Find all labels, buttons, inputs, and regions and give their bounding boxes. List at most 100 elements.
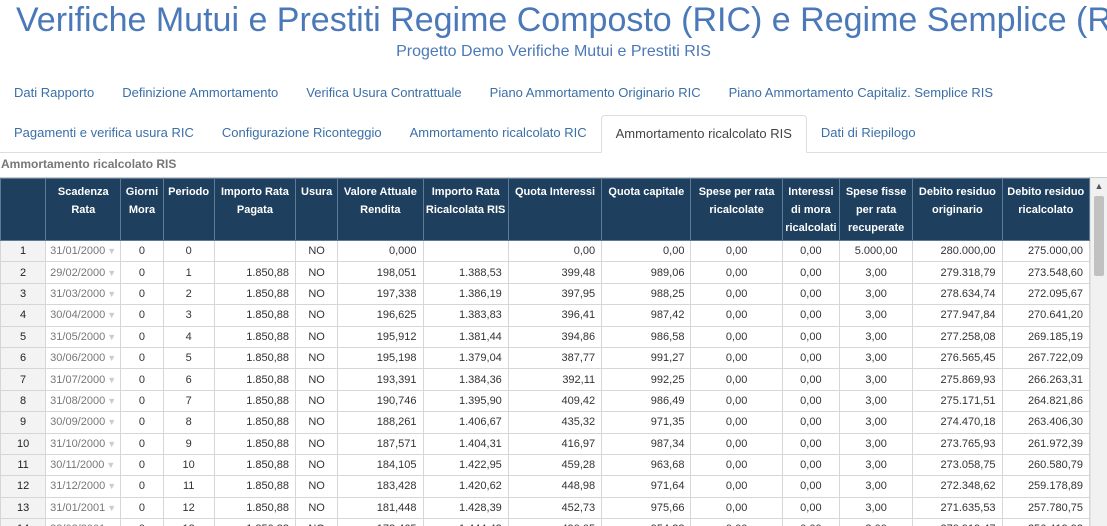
table-row[interactable]: 10 31/10/2000 ▼ 0 9 1.850,88 NO 187,571 1.404,31…: [0, 432, 1091, 455]
cell-quota-interessi[interactable]: 392,11: [507, 368, 603, 391]
cell-quota-capitale[interactable]: 986,58: [601, 325, 692, 348]
vertical-scrollbar[interactable]: ▲: [1090, 178, 1107, 526]
cell-spese-fisse-per-rata-recuperate[interactable]: 3,00: [838, 411, 914, 434]
cell-spese-per-rata-ricalcolate[interactable]: 0,00: [690, 432, 783, 455]
cell-valore-attuale-rendita[interactable]: 193,391: [337, 368, 424, 391]
cell-importo-rata-ricalcolata-ris[interactable]: 1.404,31: [422, 432, 509, 455]
cell-periodo[interactable]: 9: [162, 432, 215, 455]
cell-giorni-mora[interactable]: 0: [120, 453, 164, 477]
cell-usura[interactable]: NO: [295, 325, 339, 348]
table-row[interactable]: 4 30/04/2000 ▼ 0 3 1.850,88 NO 196,625 1.383,83 3…: [0, 304, 1091, 327]
table-row[interactable]: 6 30/06/2000 ▼ 0 5 1.850,88 NO 195,198 1.379,04 3…: [0, 346, 1091, 370]
cell-quota-capitale[interactable]: 986,49: [601, 389, 692, 413]
cell-row-number[interactable]: 10: [0, 432, 47, 455]
cell-debito-residuo-ricalcolato[interactable]: 267.722,09: [1001, 346, 1091, 370]
dropdown-arrow-icon[interactable]: ▼: [107, 375, 116, 385]
cell-spese-fisse-per-rata-recuperate[interactable]: 3,00: [838, 282, 914, 306]
table-row[interactable]: 5 31/05/2000 ▼ 0 4 1.850,88 NO 195,912 1.381,44 3…: [0, 325, 1091, 348]
cell-interessi-di-mora-ricalcolati[interactable]: 0,00: [781, 261, 840, 284]
dropdown-arrow-icon[interactable]: ▼: [107, 417, 116, 427]
cell-giorni-mora[interactable]: 0: [120, 304, 164, 327]
cell-periodo[interactable]: 5: [162, 346, 215, 370]
cell-debito-residuo-ricalcolato[interactable]: 269.185,19: [1001, 325, 1091, 348]
column-header-giorni-mora[interactable]: Giorni Mora: [120, 178, 164, 241]
cell-periodo[interactable]: 10: [162, 453, 215, 477]
cell-debito-residuo-ricalcolato[interactable]: 273.548,60: [1001, 261, 1091, 284]
cell-quota-capitale[interactable]: 971,35: [601, 411, 692, 434]
cell-debito-residuo-ricalcolato[interactable]: 275.000,00: [1001, 239, 1091, 263]
cell-usura[interactable]: NO: [295, 389, 339, 413]
cell-row-number[interactable]: 11: [0, 453, 47, 477]
cell-usura[interactable]: NO: [295, 475, 339, 498]
cell-row-number[interactable]: 14: [0, 518, 47, 526]
cell-importo-rata-ricalcolata-ris[interactable]: 1.386,19: [422, 282, 509, 306]
column-header-debito-residuo-originario[interactable]: Debito residuo originario: [912, 178, 1003, 241]
cell-importo-rata-pagata[interactable]: 1.850,88: [213, 389, 297, 413]
cell-debito-residuo-ricalcolato[interactable]: 259.178,89: [1001, 475, 1091, 498]
column-header-valore-attuale-rendita[interactable]: Valore Attuale Rendita: [337, 178, 424, 241]
cell-periodo[interactable]: 7: [162, 389, 215, 413]
dropdown-arrow-icon[interactable]: ▼: [106, 460, 115, 470]
cell-importo-rata-pagata[interactable]: 1.850,88: [213, 475, 297, 498]
cell-valore-attuale-rendita[interactable]: 195,912: [337, 325, 424, 348]
cell-importo-rata-pagata[interactable]: 1.850,88: [213, 325, 297, 348]
cell-interessi-di-mora-ricalcolati[interactable]: 0,00: [781, 346, 840, 370]
cell-scadenza-rata[interactable]: 31/08/2000 ▼: [45, 389, 122, 413]
cell-row-number[interactable]: 7: [0, 368, 47, 391]
tab-definizione-ammortamento[interactable]: Definizione Ammortamento: [108, 76, 292, 110]
cell-interessi-di-mora-ricalcolati[interactable]: 0,00: [781, 389, 840, 413]
cell-debito-residuo-ricalcolato[interactable]: 264.821,86: [1001, 389, 1091, 413]
cell-scadenza-rata[interactable]: 28/02/2001▼: [45, 518, 122, 526]
cell-row-number[interactable]: 5: [0, 325, 47, 348]
cell-interessi-di-mora-ricalcolati[interactable]: 0,00: [781, 475, 840, 498]
table-row[interactable]: 7 31/07/2000 ▼ 0 6 1.850,88 NO 193,391 1.384,36 3…: [0, 368, 1091, 391]
cell-periodo[interactable]: 0: [162, 239, 215, 263]
cell-quota-interessi[interactable]: 448,98: [507, 475, 603, 498]
cell-scadenza-rata[interactable]: 30/09/2000 ▼: [45, 411, 122, 434]
cell-usura[interactable]: NO: [295, 411, 339, 434]
table-row[interactable]: 3 31/03/2000 ▼ 0 2 1.850,88 NO 197,338 1.386,19 3…: [0, 282, 1091, 306]
cell-quota-capitale[interactable]: 992,25: [601, 368, 692, 391]
cell-usura[interactable]: NO: [295, 518, 339, 526]
cell-spese-per-rata-ricalcolate[interactable]: 0,00: [690, 475, 783, 498]
cell-spese-fisse-per-rata-recuperate[interactable]: 3,00: [838, 325, 914, 348]
cell-scadenza-rata[interactable]: 31/01/2001 ▼: [45, 496, 122, 520]
cell-quota-capitale[interactable]: 954,38: [601, 518, 692, 526]
cell-row-number[interactable]: 6: [0, 346, 47, 370]
cell-interessi-di-mora-ricalcolati[interactable]: 0,00: [781, 325, 840, 348]
cell-usura[interactable]: NO: [295, 453, 339, 477]
cell-spese-per-rata-ricalcolate[interactable]: 0,00: [690, 239, 783, 263]
cell-spese-fisse-per-rata-recuperate[interactable]: 3,00: [838, 368, 914, 391]
cell-importo-rata-ricalcolata-ris[interactable]: 1.383,83: [422, 304, 509, 327]
cell-debito-residuo-ricalcolato[interactable]: 266.263,31: [1001, 368, 1091, 391]
cell-giorni-mora[interactable]: 0: [120, 261, 164, 284]
cell-quota-capitale[interactable]: 971,64: [601, 475, 692, 498]
cell-importo-rata-pagata[interactable]: 1.850,88: [213, 368, 297, 391]
cell-spese-fisse-per-rata-recuperate[interactable]: 3,00: [838, 496, 914, 520]
cell-usura[interactable]: NO: [295, 496, 339, 520]
cell-valore-attuale-rendita[interactable]: 197,338: [337, 282, 424, 306]
table-row[interactable]: 12 31/12/2000 ▼ 0 11 1.850,88 NO 183,428 1.420,6…: [0, 475, 1091, 498]
cell-spese-per-rata-ricalcolate[interactable]: 0,00: [690, 304, 783, 327]
cell-periodo[interactable]: 11: [162, 475, 215, 498]
cell-interessi-di-mora-ricalcolati[interactable]: 0,00: [781, 432, 840, 455]
cell-spese-fisse-per-rata-recuperate[interactable]: 3,00: [838, 304, 914, 327]
cell-spese-per-rata-ricalcolate[interactable]: 0,00: [690, 411, 783, 434]
cell-usura[interactable]: NO: [295, 346, 339, 370]
dropdown-arrow-icon[interactable]: ▼: [107, 332, 116, 342]
column-header-spese-per-rata-ricalcolate[interactable]: Spese per rata ricalcolate: [690, 178, 783, 241]
cell-scadenza-rata[interactable]: 31/12/2000 ▼: [45, 475, 122, 498]
cell-valore-attuale-rendita[interactable]: 198,051: [337, 261, 424, 284]
cell-spese-per-rata-ricalcolate[interactable]: 0,00: [690, 325, 783, 348]
cell-valore-attuale-rendita[interactable]: 188,261: [337, 411, 424, 434]
cell-quota-interessi[interactable]: 452,73: [507, 496, 603, 520]
cell-periodo[interactable]: 12: [162, 496, 215, 520]
column-header-importo-rata-pagata[interactable]: Importo Rata Pagata: [213, 178, 297, 241]
cell-importo-rata-pagata[interactable]: 1.850,88: [213, 496, 297, 520]
cell-debito-residuo-originario[interactable]: 273.058,75: [912, 453, 1003, 477]
cell-quota-interessi[interactable]: 416,97: [507, 432, 603, 455]
cell-importo-rata-pagata[interactable]: 1.850,88: [213, 261, 297, 284]
cell-row-number[interactable]: 1: [0, 239, 47, 263]
cell-periodo[interactable]: 4: [162, 325, 215, 348]
cell-interessi-di-mora-ricalcolati[interactable]: 0,00: [781, 368, 840, 391]
